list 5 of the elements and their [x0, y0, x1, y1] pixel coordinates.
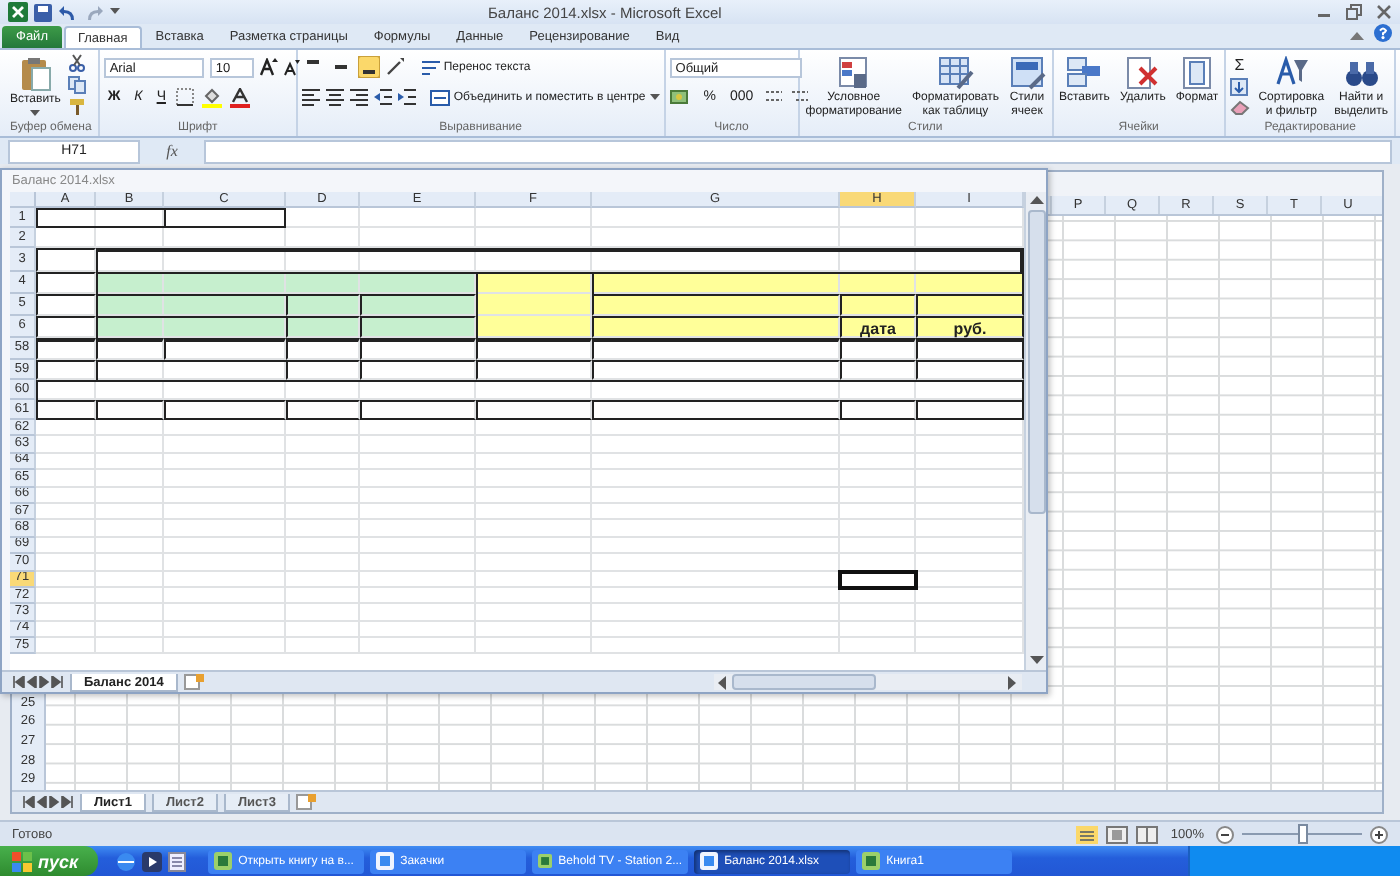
- insert-function-button[interactable]: fx: [152, 142, 192, 160]
- autosum-button[interactable]: Σ: [1230, 54, 1249, 74]
- start-button[interactable]: пуск: [0, 846, 99, 876]
- table-cell: руб.: [953, 320, 987, 338]
- table-cell: дата: [860, 320, 896, 338]
